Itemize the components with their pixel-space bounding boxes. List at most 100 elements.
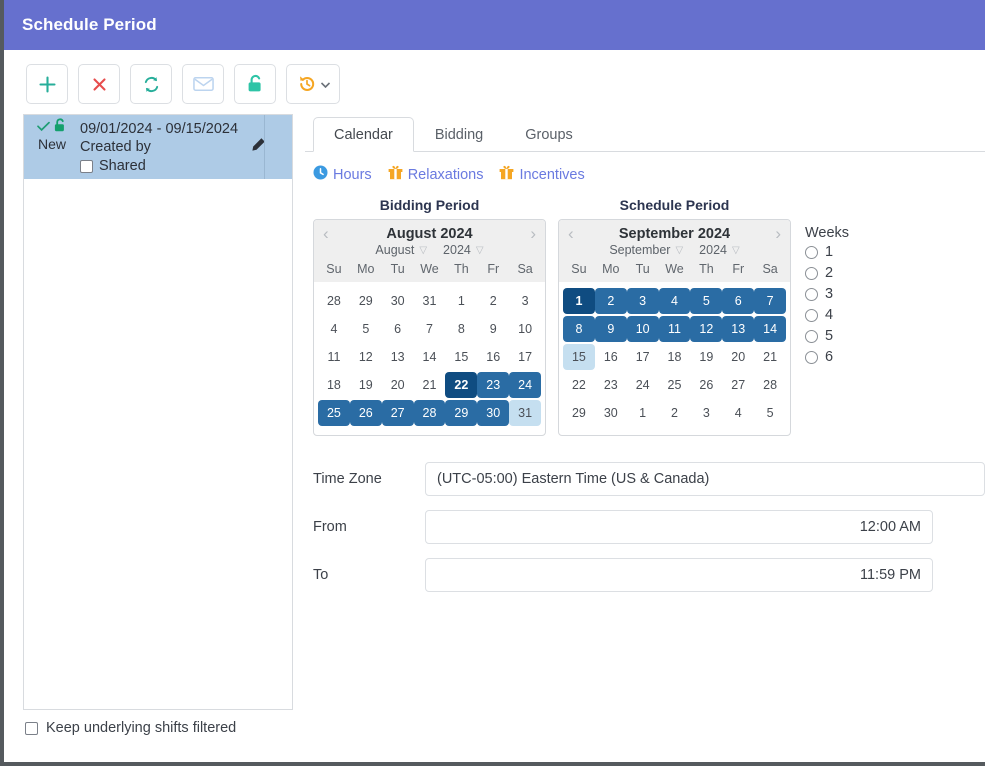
- calendar-day[interactable]: 18: [659, 344, 691, 370]
- calendar-day[interactable]: 30: [595, 400, 627, 426]
- chevron-right-icon[interactable]: ›: [775, 225, 781, 242]
- calendar-day[interactable]: 5: [754, 400, 786, 426]
- calendar-day[interactable]: 3: [626, 288, 659, 314]
- radio-button[interactable]: [805, 329, 818, 343]
- calendar-day[interactable]: 1: [627, 400, 659, 426]
- calendar-day[interactable]: 3: [690, 400, 722, 426]
- weeks-option-2[interactable]: 2: [805, 265, 849, 281]
- history-button[interactable]: [286, 64, 340, 104]
- link-incentives[interactable]: Incentives: [499, 165, 585, 185]
- calendar-day[interactable]: 7: [754, 288, 787, 314]
- calendar-day[interactable]: 16: [477, 344, 509, 370]
- calendar-day[interactable]: 13: [382, 344, 414, 370]
- year-select[interactable]: 2024 ▽: [699, 243, 740, 257]
- email-button[interactable]: [182, 64, 224, 104]
- calendar-day[interactable]: 6: [382, 316, 414, 342]
- calendar-day[interactable]: 28: [318, 288, 350, 314]
- calendar-day[interactable]: 23: [477, 372, 510, 398]
- calendar-day[interactable]: 25: [659, 372, 691, 398]
- shared-checkbox[interactable]: [80, 159, 93, 173]
- link-hours[interactable]: Hours: [313, 165, 372, 185]
- calendar-day[interactable]: 16: [595, 344, 627, 370]
- from-field[interactable]: 12:00 AM: [425, 510, 933, 544]
- calendar-day[interactable]: 27: [722, 372, 754, 398]
- chevron-left-icon[interactable]: ‹: [568, 225, 574, 242]
- calendar-day[interactable]: 29: [350, 288, 382, 314]
- radio-button[interactable]: [805, 287, 818, 301]
- calendar-day[interactable]: 10: [509, 316, 541, 342]
- calendar-day[interactable]: 14: [754, 316, 787, 342]
- refresh-button[interactable]: [130, 64, 172, 104]
- delete-button[interactable]: [78, 64, 120, 104]
- calendar-day[interactable]: 31: [414, 288, 446, 314]
- keep-shifts-filtered-checkbox[interactable]: [25, 721, 38, 735]
- calendar-day[interactable]: 9: [477, 316, 509, 342]
- month-select[interactable]: September ▽: [609, 243, 683, 257]
- month-select[interactable]: August ▽: [375, 243, 427, 257]
- calendar-day[interactable]: 2: [659, 400, 691, 426]
- calendar-day[interactable]: 17: [627, 344, 659, 370]
- calendar-day[interactable]: 27: [381, 400, 414, 426]
- calendar-day[interactable]: 11: [658, 316, 691, 342]
- calendar-day[interactable]: 1: [563, 288, 595, 314]
- calendar-day[interactable]: 28: [413, 400, 446, 426]
- calendar-day[interactable]: 25: [318, 400, 350, 426]
- calendar-day[interactable]: 24: [509, 372, 542, 398]
- tab-calendar[interactable]: Calendar: [313, 117, 414, 152]
- calendar-day[interactable]: 29: [445, 400, 478, 426]
- calendar-day[interactable]: 4: [318, 316, 350, 342]
- calendar-day[interactable]: 5: [350, 316, 382, 342]
- radio-button[interactable]: [805, 245, 818, 259]
- radio-button[interactable]: [805, 350, 818, 364]
- calendar-day[interactable]: 14: [414, 344, 446, 370]
- calendar-day[interactable]: 19: [350, 372, 382, 398]
- calendar-day[interactable]: 8: [445, 316, 477, 342]
- shared-checkbox-row[interactable]: Shared: [80, 158, 292, 174]
- calendar-day[interactable]: 12: [690, 316, 723, 342]
- calendar-day[interactable]: 3: [509, 288, 541, 314]
- calendar-day[interactable]: 23: [595, 372, 627, 398]
- calendar-day[interactable]: 28: [754, 372, 786, 398]
- weeks-option-6[interactable]: 6: [805, 349, 849, 365]
- link-relaxations[interactable]: Relaxations: [388, 165, 483, 185]
- calendar-day[interactable]: 31: [509, 400, 542, 426]
- calendar-day[interactable]: 24: [627, 372, 659, 398]
- add-button[interactable]: [26, 64, 68, 104]
- calendar-day[interactable]: 5: [690, 288, 723, 314]
- calendar-day[interactable]: 8: [563, 316, 595, 342]
- weeks-option-1[interactable]: 1: [805, 244, 849, 260]
- calendar-day[interactable]: 13: [722, 316, 755, 342]
- calendar-day[interactable]: 30: [477, 400, 510, 426]
- radio-button[interactable]: [805, 266, 818, 280]
- calendar-day[interactable]: 10: [626, 316, 659, 342]
- calendar-day[interactable]: 2: [477, 288, 509, 314]
- calendar-day[interactable]: 17: [509, 344, 541, 370]
- calendar-day[interactable]: 4: [658, 288, 691, 314]
- calendar-day[interactable]: 1: [445, 288, 477, 314]
- timezone-field[interactable]: (UTC-05:00) Eastern Time (US & Canada): [425, 462, 985, 496]
- unlock-button[interactable]: [234, 64, 276, 104]
- chevron-left-icon[interactable]: ‹: [323, 225, 329, 242]
- calendar-day[interactable]: 20: [722, 344, 754, 370]
- year-select[interactable]: 2024 ▽: [443, 243, 484, 257]
- calendar-day[interactable]: 30: [382, 288, 414, 314]
- calendar-day[interactable]: 7: [414, 316, 446, 342]
- list-item[interactable]: New 09/01/2024 - 09/15/2024 Created by S…: [24, 115, 292, 179]
- calendar-day[interactable]: 11: [318, 344, 350, 370]
- calendar-day[interactable]: 20: [382, 372, 414, 398]
- calendar-day[interactable]: 15: [445, 344, 477, 370]
- calendar-day[interactable]: 12: [350, 344, 382, 370]
- radio-button[interactable]: [805, 308, 818, 322]
- calendar-day[interactable]: 21: [414, 372, 446, 398]
- tab-groups[interactable]: Groups: [504, 117, 594, 152]
- calendar-day[interactable]: 15: [563, 344, 595, 370]
- calendar-day[interactable]: 6: [722, 288, 755, 314]
- tab-bidding[interactable]: Bidding: [414, 117, 504, 152]
- calendar-day[interactable]: 2: [594, 288, 627, 314]
- weeks-option-3[interactable]: 3: [805, 286, 849, 302]
- calendar-day[interactable]: 21: [754, 344, 786, 370]
- calendar-day[interactable]: 22: [445, 372, 478, 398]
- calendar-day[interactable]: 22: [563, 372, 595, 398]
- weeks-option-5[interactable]: 5: [805, 328, 849, 344]
- calendar-day[interactable]: 18: [318, 372, 350, 398]
